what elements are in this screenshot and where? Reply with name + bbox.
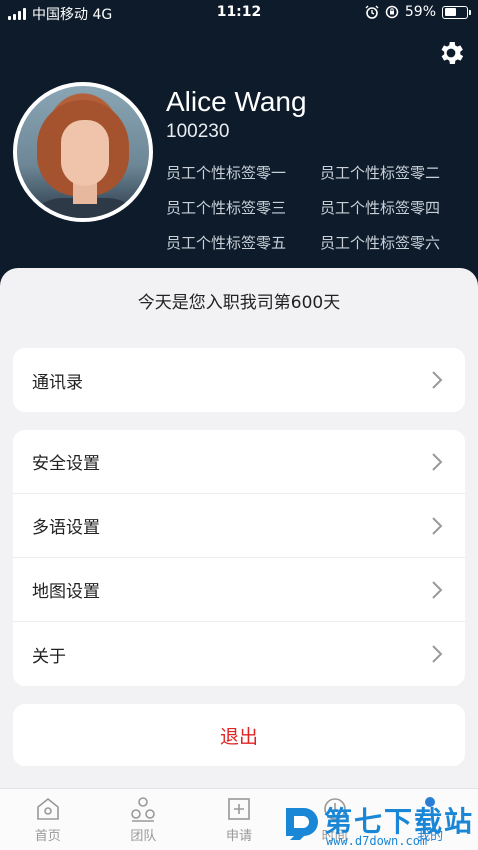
tab-apply[interactable]: 申请 xyxy=(191,789,287,850)
tag-item: 员工个性标签零四 xyxy=(320,199,441,217)
battery-icon xyxy=(442,5,471,19)
contacts-card: 通讯录 xyxy=(13,348,465,412)
menu-item-security[interactable]: 安全设置 xyxy=(13,430,465,494)
tag-item: 员工个性标签零一 xyxy=(166,164,287,182)
menu-item-label: 关于 xyxy=(32,646,66,667)
days-message: 今天是您入职我司第600天 xyxy=(137,293,341,313)
gear-icon[interactable] xyxy=(436,38,466,68)
menu-item-about[interactable]: 关于 xyxy=(13,622,465,686)
menu-item-label: 地图设置 xyxy=(32,582,100,602)
alarm-icon xyxy=(365,5,379,19)
profile-header: 中国移动 4G 11:12 59% Alice Wang 100230 员工个性… xyxy=(0,0,478,290)
menu-item-label: 多语设置 xyxy=(32,518,100,538)
menu-item-map[interactable]: 地图设置 xyxy=(13,558,465,622)
settings-card: 安全设置 多语设置 地图设置 关于 xyxy=(13,430,465,686)
battery-percent: 59% xyxy=(404,4,436,20)
chevron-right-icon xyxy=(432,371,443,389)
tab-label: 申请 xyxy=(225,829,252,844)
chevron-right-icon xyxy=(432,453,443,471)
content-panel: 今天是您入职我司第600天 通讯录 安全设置 多语设置 地图设置 关于 退出 xyxy=(0,268,478,788)
chevron-right-icon xyxy=(432,645,443,663)
watermark: 第七下载站 www.d7down.com xyxy=(282,798,478,850)
employee-id: 100230 xyxy=(166,121,230,142)
tag-item: 员工个性标签零三 xyxy=(166,199,287,217)
tab-team[interactable]: 团队 xyxy=(96,789,192,850)
logout-button[interactable]: 退出 xyxy=(13,704,465,766)
menu-item-language[interactable]: 多语设置 xyxy=(13,494,465,558)
tag-item: 员工个性标签零六 xyxy=(320,234,441,252)
tag-item: 员工个性标签零二 xyxy=(320,164,441,182)
tab-home[interactable]: 首页 xyxy=(0,789,96,850)
tab-label: 团队 xyxy=(130,829,157,844)
tag-list: 员工个性标签零一 员工个性标签零二 员工个性标签零三 员工个性标签零四 员工个性… xyxy=(166,162,466,253)
chevron-right-icon xyxy=(432,581,443,599)
team-icon xyxy=(131,797,156,822)
user-name: Alice Wang xyxy=(166,86,307,117)
watermark-logo-icon xyxy=(286,808,318,840)
tag-item: 员工个性标签零五 xyxy=(166,234,287,252)
avatar[interactable] xyxy=(13,82,153,222)
menu-item-label: 安全设置 xyxy=(32,454,100,474)
menu-item-contacts[interactable]: 通讯录 xyxy=(13,348,465,412)
home-icon xyxy=(36,797,59,820)
rotation-lock-icon xyxy=(385,5,399,19)
status-bar: 中国移动 4G 11:12 59% xyxy=(0,0,478,26)
watermark-url: www.d7down.com xyxy=(326,834,428,848)
chevron-right-icon xyxy=(432,517,443,535)
menu-item-label: 通讯录 xyxy=(32,372,83,393)
apply-icon xyxy=(228,798,250,820)
logout-card: 退出 xyxy=(13,704,465,766)
tab-label: 首页 xyxy=(34,829,61,844)
